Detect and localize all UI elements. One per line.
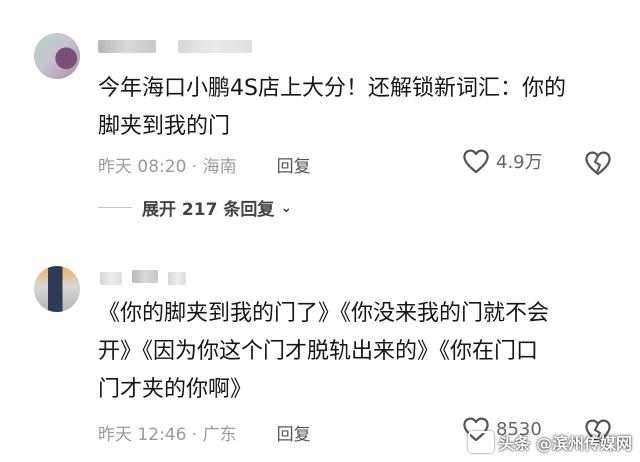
- comment-text: 今年海口小鹏4S店上大分！还解锁新词汇：你的 脚夹到我的门: [98, 76, 566, 139]
- chevron-down-icon: ⌄: [280, 199, 293, 216]
- camera-icon: [468, 431, 495, 453]
- comment-meta: 昨天 12:46 · 广东 回复: [98, 420, 311, 445]
- watermark-text: 头条 @滨州传媒网: [498, 434, 632, 453]
- like-count: 4.9万: [496, 152, 543, 173]
- comment-time-location: 昨天 12:46 · 广东: [98, 425, 237, 445]
- like-button[interactable]: 4.9万: [462, 148, 543, 174]
- reply-button[interactable]: 回复: [277, 420, 311, 445]
- username-blurred[interactable]: [178, 40, 252, 53]
- avatar[interactable]: [34, 266, 80, 312]
- username-blurred[interactable]: [98, 40, 156, 53]
- comment-item: 今年海口小鹏4S店上大分！还解锁新词汇：你的 脚夹到我的门 昨天 08:20 ·…: [0, 0, 640, 250]
- divider: [98, 207, 132, 208]
- username-blurred[interactable]: [100, 272, 122, 285]
- broken-heart-icon[interactable]: [584, 150, 612, 176]
- heart-outline-icon: [463, 149, 489, 174]
- reply-button[interactable]: 回复: [277, 152, 311, 177]
- comment-time-location: 昨天 08:20 · 海南: [98, 157, 237, 177]
- comment-text: 《你的脚夹到我的门了》《你没来我的门就不会 开》《因为你这个门才脱轨出来的》《你…: [98, 301, 550, 402]
- username-blurred[interactable]: [168, 272, 186, 285]
- expand-replies-button[interactable]: 展开 217 条回复 ⌄: [98, 195, 292, 220]
- watermark: 头条 @滨州传媒网: [468, 430, 632, 454]
- username-blurred[interactable]: [132, 270, 158, 283]
- expand-label: 展开 217 条回复: [142, 200, 275, 220]
- comment-meta: 昨天 08:20 · 海南 回复: [98, 152, 311, 177]
- avatar[interactable]: [34, 33, 80, 79]
